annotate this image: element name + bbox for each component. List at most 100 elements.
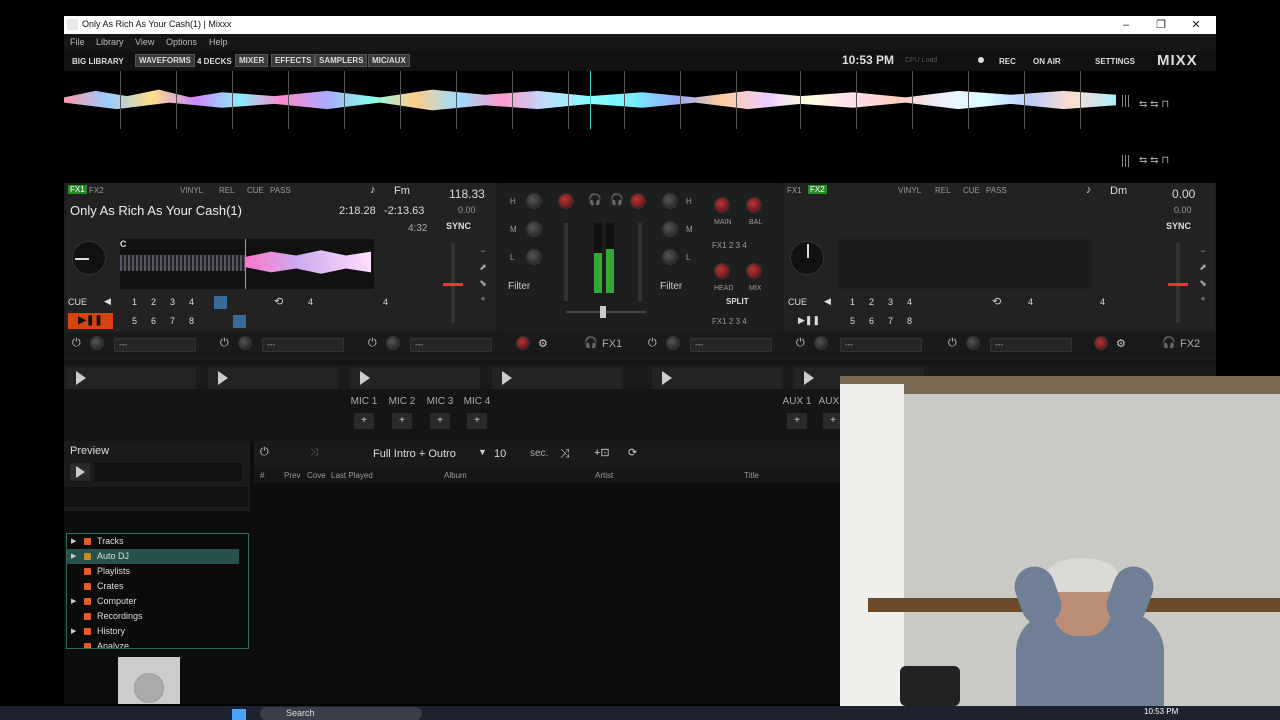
library-search-input[interactable] <box>64 487 248 507</box>
head-mix-knob[interactable] <box>746 263 762 279</box>
deck2-hotcue-4[interactable]: 4 <box>903 296 916 309</box>
sampler-2[interactable] <box>208 367 338 389</box>
play-icon[interactable] <box>804 371 814 385</box>
deck2-spinny[interactable] <box>790 241 824 275</box>
fx2-effect2-select[interactable]: --- <box>840 338 922 352</box>
deck1-pass-button[interactable]: PASS <box>270 186 291 195</box>
repeat-icon[interactable]: ⟳ <box>628 446 637 459</box>
deck1-fx2-toggle[interactable]: FX2 <box>89 186 104 195</box>
deck2-hotcue-7[interactable]: 7 <box>884 315 897 328</box>
deck1-hotcue-8[interactable]: 8 <box>185 315 198 328</box>
col-last-played[interactable]: Last Played <box>331 471 373 480</box>
tree-item-auto-dj[interactable]: ▶ Auto DJ <box>67 549 239 564</box>
deck2-gain-knob[interactable] <box>630 193 646 209</box>
on-air-button[interactable]: ON AIR <box>1030 56 1064 67</box>
col-cover[interactable]: Cove <box>307 471 326 480</box>
col-preview[interactable]: Prev <box>284 471 300 480</box>
deck1-cue-button[interactable]: CUE <box>68 297 87 307</box>
deck1-eq-low-knob[interactable] <box>526 249 542 265</box>
deck1-rate-slider[interactable] <box>443 243 463 323</box>
deck2-cue-button[interactable]: CUE <box>788 297 807 307</box>
fx2-effect3-power-icon[interactable]: ⏻ <box>948 337 957 350</box>
tree-item-computer[interactable]: ▶ Computer <box>67 594 239 609</box>
fx1-effect3-select[interactable]: --- <box>410 338 492 352</box>
deck1-outro-marker-button[interactable] <box>233 315 246 328</box>
effects-toggle[interactable]: EFFECTS <box>271 54 316 67</box>
tree-item-analyze[interactable]: Analyze <box>67 639 239 648</box>
deck1-gain-knob[interactable] <box>558 193 574 209</box>
sampler-1[interactable] <box>66 367 196 389</box>
fx2-effect2-knob[interactable] <box>814 336 828 350</box>
fx2-headphone-icon[interactable]: 🎧 <box>1162 336 1176 349</box>
deck2-rate-slider[interactable] <box>1168 243 1188 323</box>
fx1-effect3-knob[interactable] <box>386 336 400 350</box>
deck1-hotcue-5[interactable]: 5 <box>128 315 141 328</box>
deck2-beatjump-size[interactable]: 4 <box>1096 296 1109 309</box>
fx1-effect3-power-icon[interactable]: ⏻ <box>368 337 377 350</box>
deck1-bpm[interactable]: 118.33 <box>449 187 485 201</box>
deck1-hotcue-6[interactable]: 6 <box>147 315 160 328</box>
menu-help[interactable]: Help <box>209 37 228 47</box>
deck2-key-lock-icon[interactable]: ♪ <box>1086 184 1092 196</box>
fx2-effect3-select[interactable]: --- <box>990 338 1072 352</box>
deck2-eq-mid-knob[interactable] <box>662 221 678 237</box>
settings-button[interactable]: SETTINGS <box>1092 56 1138 67</box>
deck1-vinyl-button[interactable]: VINYL <box>180 186 203 195</box>
deck1-play-button[interactable]: ▶❚❚ <box>68 313 113 329</box>
fx2-effect1-knob[interactable] <box>666 336 680 350</box>
deck1-loop-icon[interactable]: ⟲ <box>274 295 283 308</box>
mic-3-add-icon[interactable]: + <box>430 413 450 429</box>
fx1-effect2-select[interactable]: --- <box>262 338 344 352</box>
deck1-intro-marker-button[interactable] <box>214 296 227 309</box>
fx-assign-bottom[interactable]: FX1 2 3 4 <box>712 317 747 326</box>
col-album[interactable]: Album <box>444 471 467 480</box>
play-icon[interactable] <box>76 371 86 385</box>
samplers-toggle[interactable]: SAMPLERS <box>315 54 368 67</box>
deck1-beatjump-size[interactable]: 4 <box>379 296 392 309</box>
head-gain-knob[interactable] <box>714 263 730 279</box>
fx2-effect2-power-icon[interactable]: ⏻ <box>796 337 805 350</box>
deck2-key[interactable]: Dm <box>1110 185 1127 197</box>
minimize-button[interactable]: – <box>1112 17 1140 33</box>
deck1-headphone-icon[interactable]: 🎧 <box>588 193 602 206</box>
col-artist[interactable]: Artist <box>595 471 613 480</box>
deck2-pass-button[interactable]: PASS <box>986 186 1007 195</box>
sampler-4[interactable] <box>492 367 622 389</box>
menu-options[interactable]: Options <box>166 37 197 47</box>
waveform-overview[interactable]: ⇆ ⇆ ⊓ ⇆ ⇆ ⊓ <box>64 71 1216 183</box>
play-icon[interactable] <box>502 371 512 385</box>
tree-item-tracks[interactable]: ▶ Tracks <box>67 534 239 549</box>
deck1-key[interactable]: Fm <box>394 185 410 197</box>
col-number[interactable]: # <box>260 471 264 480</box>
deck2-scrolling-waveform[interactable] <box>838 239 1092 289</box>
deck1-eq-mid-knob[interactable] <box>526 221 542 237</box>
deck1-fx1-toggle[interactable]: FX1 <box>68 185 87 194</box>
deck1-reverse-icon[interactable]: ◀ <box>104 296 111 307</box>
transition-seconds[interactable]: 10 <box>494 448 506 460</box>
fx2-settings-icon[interactable]: ⚙ <box>1116 337 1126 350</box>
windows-start-icon[interactable] <box>232 709 246 720</box>
mic-1-add-icon[interactable]: + <box>354 413 374 429</box>
fx1-headphone-icon[interactable]: 🎧 <box>584 336 598 349</box>
deck2-beatloop-size[interactable]: 4 <box>1024 296 1037 309</box>
fx1-mix-knob[interactable] <box>516 336 530 350</box>
waveform-zoom-icon[interactable] <box>1122 95 1130 107</box>
deck2-eq-high-knob[interactable] <box>662 193 678 209</box>
fx2-effect1-power-icon[interactable]: ⏻ <box>648 337 657 350</box>
mic-aux-toggle[interactable]: MIC/AUX <box>368 54 410 67</box>
menu-file[interactable]: File <box>70 37 85 47</box>
sampler-3[interactable] <box>350 367 480 389</box>
deck2-headphone-icon[interactable]: 🎧 <box>610 193 624 206</box>
mic-4-add-icon[interactable]: + <box>467 413 487 429</box>
add-random-icon[interactable]: +⊡ <box>594 446 610 459</box>
deck2-reverse-icon[interactable]: ◀ <box>824 296 831 307</box>
menu-view[interactable]: View <box>135 37 154 47</box>
deck2-hotcue-3[interactable]: 3 <box>884 296 897 309</box>
fx-assign-top[interactable]: FX1 2 3 4 <box>712 241 747 250</box>
preview-play-button[interactable] <box>70 463 90 481</box>
fx1-effect2-knob[interactable] <box>238 336 252 350</box>
fx2-mix-knob[interactable] <box>1094 336 1108 350</box>
fx1-effect2-power-icon[interactable]: ⏻ <box>220 337 229 350</box>
deck2-hotcue-1[interactable]: 1 <box>846 296 859 309</box>
deck2-sync-button[interactable]: SYNC <box>1166 221 1191 231</box>
